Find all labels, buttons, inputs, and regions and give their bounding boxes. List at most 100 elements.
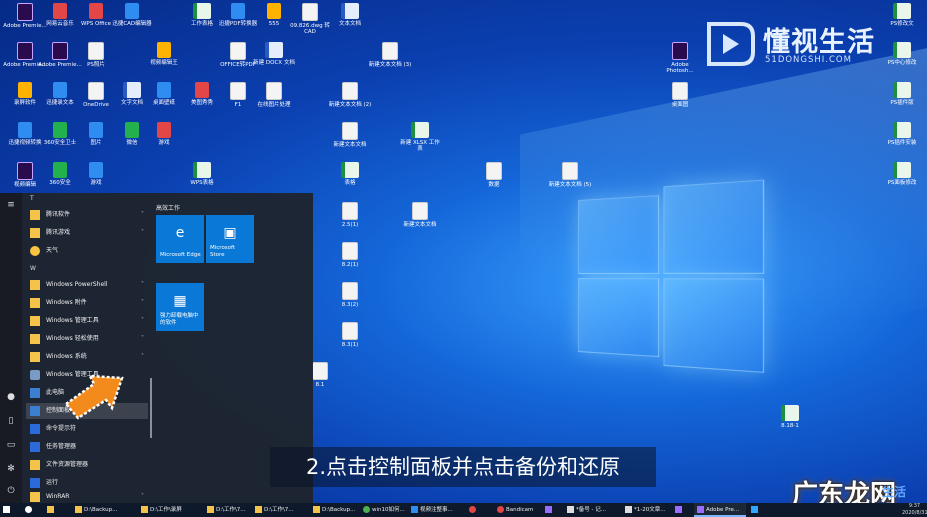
- pr-icon: [675, 506, 682, 513]
- settings-icon[interactable]: ✻: [5, 463, 17, 475]
- desktop-icon-label: 迅捷CAD编辑器: [112, 21, 152, 27]
- desktop-icon-label: 8.3(1): [341, 342, 359, 348]
- desktop-icon[interactable]: 新建文本文档 (3): [368, 42, 412, 68]
- folder-icon: [207, 506, 214, 513]
- file-file-icon: [342, 202, 358, 220]
- desktop-icon-label: 文本文档: [338, 21, 361, 27]
- taskbar-item[interactable]: Bandicam: [494, 503, 540, 517]
- app-list-item[interactable]: WinRAR ˅: [26, 489, 148, 503]
- app-list-item[interactable]: Windows 附件 ˅: [26, 295, 148, 311]
- taskbar-item[interactable]: win10如何...: [360, 503, 406, 517]
- desktop-icon[interactable]: PS照片: [74, 42, 118, 68]
- app-list-item[interactable]: Windows 管理工具 ˅: [26, 313, 148, 329]
- app-list-item[interactable]: 天气: [26, 243, 148, 259]
- taskbar-item[interactable]: D:\Backup...: [72, 503, 136, 517]
- taskbar-item[interactable]: [44, 503, 70, 517]
- taskbar-item[interactable]: [748, 503, 768, 517]
- desktop-icon[interactable]: 8.3(1): [328, 322, 372, 348]
- taskbar-item[interactable]: D:\工作\录屏: [138, 503, 202, 517]
- file-file-icon: [342, 122, 358, 140]
- pr-file-icon: [17, 162, 33, 180]
- desktop-icon[interactable]: 8.3(2): [328, 282, 372, 308]
- taskbar-item[interactable]: Adobe Pre...: [694, 503, 746, 517]
- brand-watermark: 懂视生活 51DONGSHI.COM: [705, 18, 895, 70]
- desktop-icon[interactable]: 新建文本文档: [398, 202, 442, 228]
- taskbar-item[interactable]: *1-20文章...: [622, 503, 670, 517]
- desktop-icon[interactable]: 文本文档: [328, 3, 372, 27]
- folder-icon: [255, 506, 262, 513]
- document-icon[interactable]: ▯: [5, 415, 17, 427]
- brand-url: 51DONGSHI.COM: [765, 55, 852, 65]
- app-list-letter-header[interactable]: W: [30, 265, 36, 272]
- taskbar-item[interactable]: [672, 503, 692, 517]
- desktop-icon[interactable]: 新建文本文档: [328, 122, 372, 148]
- pictures-icon[interactable]: ▭: [5, 439, 17, 451]
- app-list-item[interactable]: 文件资源管理器: [26, 457, 148, 473]
- desktop-icon-label: 新建文本文档: [403, 222, 437, 228]
- taskbar-item-label: D:\工作\录屏: [150, 507, 182, 513]
- desktop-icon-label: PS照片: [87, 62, 105, 68]
- file-file-icon: [230, 42, 246, 60]
- desktop-icon[interactable]: 新建文本文档 (5): [548, 162, 592, 188]
- desktop-icon[interactable]: 2.5(1): [328, 202, 372, 228]
- menu-icon[interactable]: ≡: [5, 199, 17, 211]
- blue-file-icon: [157, 82, 171, 98]
- file-file-icon: [88, 82, 104, 100]
- system-tray-clock[interactable]: 9:37 2020/8/31: [902, 503, 927, 517]
- tiles-group-header: 高效工作: [156, 205, 181, 212]
- power-icon[interactable]: ⏻: [5, 485, 17, 497]
- desktop-icon[interactable]: 新建 XLSX 工作表: [398, 122, 442, 152]
- app-list-item[interactable]: Windows 轻松使用 ˅: [26, 331, 148, 347]
- start-button[interactable]: [0, 503, 20, 517]
- windows-logo: [578, 179, 765, 373]
- folder-icon: [30, 228, 40, 238]
- taskbar-item[interactable]: [466, 503, 492, 517]
- search-button[interactable]: [22, 503, 42, 517]
- desktop-icon[interactable]: PS插件版: [880, 82, 924, 106]
- desktop-icon[interactable]: 09.826.dwg 转CAD: [288, 3, 332, 35]
- pr-file-icon: [17, 3, 33, 21]
- desktop-icon[interactable]: Adobe Photosh...: [658, 42, 702, 74]
- desktop-icon[interactable]: 游戏: [74, 162, 118, 186]
- app-list-item-label: Windows PowerShell: [46, 281, 108, 288]
- desktop-icon[interactable]: 新建 DOCX 文档: [252, 42, 296, 66]
- desktop-icon[interactable]: 新建文本文档 (2): [328, 82, 372, 108]
- green-file-icon: [125, 122, 139, 138]
- desktop-icon[interactable]: 桌面图: [658, 82, 702, 108]
- desktop-icon[interactable]: 表格: [328, 162, 372, 186]
- desktop-icon[interactable]: WPS表格: [180, 162, 224, 186]
- app-list-item[interactable]: Windows PowerShell ˅: [26, 277, 148, 293]
- red-file-icon: [195, 82, 209, 98]
- desktop-icon[interactable]: 迅捷CAD编辑器: [110, 3, 154, 27]
- desktop-icon[interactable]: 在线图片处理: [252, 82, 296, 108]
- app-list-item[interactable]: 命令提示符: [26, 421, 148, 437]
- taskbar-item[interactable]: D:\工作\7...: [252, 503, 308, 517]
- start-tile[interactable]: ▣ Microsoft Store: [206, 215, 254, 263]
- app-list-item-label: WinRAR: [46, 493, 70, 500]
- app-list-item[interactable]: 任务管理器: [26, 439, 148, 455]
- user-icon[interactable]: ●: [5, 391, 17, 403]
- app-list-item[interactable]: 腾讯软件 ˅: [26, 207, 148, 223]
- taskbar-item[interactable]: 视频注整事...: [408, 503, 464, 517]
- desktop-icon[interactable]: PS插件安装: [880, 122, 924, 146]
- folder-icon: [75, 506, 82, 513]
- taskbar-item[interactable]: D:\工作\7...: [204, 503, 250, 517]
- start-tile[interactable]: ▦ 强力卸载电脑中的软件: [156, 283, 204, 331]
- app-list-letter-header[interactable]: T: [30, 195, 34, 202]
- desktop-icon-label: PS插件版: [890, 100, 914, 106]
- desktop-icon[interactable]: PS面板修改: [880, 162, 924, 186]
- taskbar-item-label: Adobe Pre...: [706, 507, 740, 513]
- pr-file-icon: [17, 42, 33, 60]
- desktop-icon-label: PS插件安装: [887, 140, 917, 146]
- desktop-icon[interactable]: 游戏: [142, 122, 186, 146]
- taskbar-item[interactable]: D:\Backup...: [310, 503, 358, 517]
- desktop-icon[interactable]: 8.18-1: [768, 405, 812, 429]
- app-list-item[interactable]: 腾讯游戏 ˅: [26, 225, 148, 241]
- desktop-icon[interactable]: 8.2(1): [328, 242, 372, 268]
- red-file-icon: [157, 122, 171, 138]
- taskbar-item[interactable]: *备号 - 记...: [564, 503, 620, 517]
- start-tile[interactable]: e Microsoft Edge: [156, 215, 204, 263]
- desktop-icon[interactable]: 视频编辑王: [142, 42, 186, 66]
- desktop-icon[interactable]: 数据: [472, 162, 516, 188]
- taskbar-item[interactable]: [542, 503, 562, 517]
